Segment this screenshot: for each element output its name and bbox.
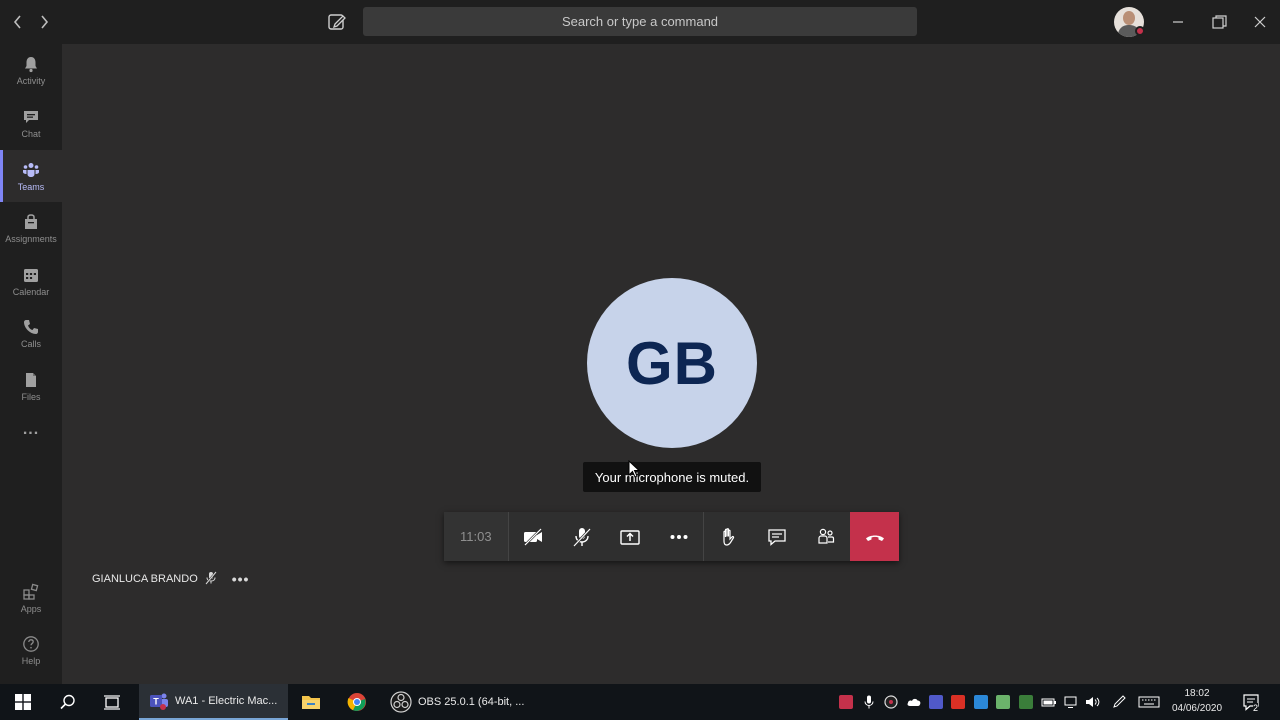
more-label: ... xyxy=(22,421,40,438)
hang-up-icon xyxy=(865,535,884,541)
teams-icon xyxy=(23,162,39,177)
mic-off-icon xyxy=(572,527,591,547)
rail-item-files[interactable]: Files xyxy=(0,360,62,412)
chat-icon xyxy=(24,110,38,123)
rail-item-assignments[interactable]: Assignments xyxy=(0,202,62,254)
taskbar-teams-window[interactable]: T WA1 - Electric Mac... xyxy=(139,684,288,720)
presence-busy-icon xyxy=(1135,26,1145,36)
assignments-icon xyxy=(25,213,37,229)
tray-mic-icon[interactable] xyxy=(862,695,876,709)
mute-tooltip: Your microphone is muted. xyxy=(583,462,761,492)
rail-label: Calls xyxy=(20,338,41,349)
title-bar: Search or type a command xyxy=(0,0,1280,44)
hang-up-button[interactable] xyxy=(850,512,899,561)
rail-item-activity[interactable]: Activity xyxy=(0,44,62,96)
phone-icon xyxy=(24,319,38,334)
camera-off-icon xyxy=(523,527,542,546)
mic-toggle-button[interactable] xyxy=(557,512,606,561)
more-actions-button[interactable] xyxy=(654,512,704,561)
tray-keyboard-icon[interactable] xyxy=(1138,695,1160,709)
app-rail: Activity Chat Teams Assignments Calendar… xyxy=(0,44,62,684)
camera-toggle-button[interactable] xyxy=(508,512,558,561)
people-icon xyxy=(818,528,835,544)
chat-icon xyxy=(768,528,786,546)
rail-item-chat[interactable]: Chat xyxy=(0,97,62,149)
rail-item-apps[interactable]: Apps xyxy=(0,572,62,624)
taskbar-obs-window[interactable]: OBS 25.0.1 (64-bit, ... xyxy=(380,684,528,720)
participant-name: GIANLUCA BRANDO xyxy=(92,573,198,585)
rail-label: Files xyxy=(21,391,41,402)
hand-icon xyxy=(722,527,734,546)
restore-icon[interactable] xyxy=(1209,12,1229,32)
tray-acrobat-icon[interactable] xyxy=(951,695,965,709)
rail-item-teams[interactable]: Teams xyxy=(0,150,62,202)
participant-mic-muted-icon xyxy=(204,570,218,588)
tray-volume-icon[interactable] xyxy=(1085,695,1100,709)
help-icon xyxy=(23,635,39,652)
mouse-cursor-icon xyxy=(628,459,642,480)
clock-time: 18:02 xyxy=(1184,688,1210,699)
minimize-icon[interactable] xyxy=(1168,12,1188,32)
call-controls: 11:03 xyxy=(444,512,899,561)
rail-item-calendar[interactable]: Calendar xyxy=(0,255,62,307)
task-view-icon[interactable] xyxy=(97,684,127,720)
participants-button[interactable] xyxy=(801,512,851,561)
bell-icon xyxy=(25,56,37,72)
rail-item-calls[interactable]: Calls xyxy=(0,307,62,359)
share-screen-button[interactable] xyxy=(605,512,655,561)
clock-date: 04/06/2020 xyxy=(1171,703,1223,714)
rail-label: Chat xyxy=(21,128,41,139)
notifications-icon[interactable]: 2 xyxy=(1236,684,1266,720)
calendar-icon xyxy=(24,268,38,282)
call-timer: 11:03 xyxy=(444,512,508,561)
tray-pen-icon[interactable] xyxy=(1112,695,1126,709)
search-icon[interactable] xyxy=(53,684,83,720)
obs-app-icon xyxy=(390,691,412,713)
share-screen-icon xyxy=(620,529,640,545)
tray-cloud-icon[interactable] xyxy=(906,695,921,709)
rail-label: Assignments xyxy=(5,233,57,244)
tray-app2-icon[interactable] xyxy=(974,695,988,709)
tray-app4-icon[interactable] xyxy=(1019,695,1033,709)
search-input[interactable]: Search or type a command xyxy=(363,7,917,36)
back-icon[interactable] xyxy=(8,12,28,32)
rail-item-help[interactable]: Help xyxy=(0,624,62,676)
forward-icon[interactable] xyxy=(34,12,54,32)
rail-label: Calendar xyxy=(12,286,50,297)
tray-teams-icon[interactable] xyxy=(929,695,943,709)
conversation-button[interactable] xyxy=(752,512,802,561)
windows-start-icon[interactable] xyxy=(8,684,38,720)
windows-taskbar: T WA1 - Electric Mac... OBS 25.0.1 (64-b… xyxy=(0,684,1280,720)
rail-label: Teams xyxy=(17,181,45,192)
system-clock[interactable]: 18:02 04/06/2020 xyxy=(1166,686,1228,718)
file-icon xyxy=(26,372,36,387)
tray-network-icon[interactable] xyxy=(1063,695,1077,709)
apps-icon xyxy=(23,583,39,600)
participant-avatar: GB xyxy=(587,278,757,448)
participant-more-button[interactable]: ••• xyxy=(232,571,250,587)
tray-app-icon[interactable] xyxy=(839,695,853,709)
rail-label: Help xyxy=(21,655,41,666)
teams-app-icon: T xyxy=(150,693,168,710)
tray-battery-icon[interactable] xyxy=(1041,695,1056,709)
svg-text:T: T xyxy=(153,697,159,707)
raise-hand-button[interactable] xyxy=(704,512,753,561)
tray-app3-icon[interactable] xyxy=(996,695,1010,709)
participant-label: GIANLUCA BRANDO ••• xyxy=(92,570,250,588)
more-apps-icon[interactable]: ... xyxy=(0,412,62,448)
close-icon[interactable] xyxy=(1250,12,1270,32)
notification-count: 2 xyxy=(1253,703,1259,713)
rail-label: Apps xyxy=(20,603,42,614)
file-explorer-icon[interactable] xyxy=(296,684,326,720)
taskbar-obs-label: OBS 25.0.1 (64-bit, ... xyxy=(418,696,525,708)
chrome-icon[interactable] xyxy=(342,684,372,720)
ellipsis-icon xyxy=(670,534,688,539)
rail-label: Activity xyxy=(16,75,46,86)
taskbar-teams-label: WA1 - Electric Mac... xyxy=(175,695,278,707)
compose-icon[interactable] xyxy=(326,11,348,33)
tray-obs-icon[interactable] xyxy=(884,695,898,709)
